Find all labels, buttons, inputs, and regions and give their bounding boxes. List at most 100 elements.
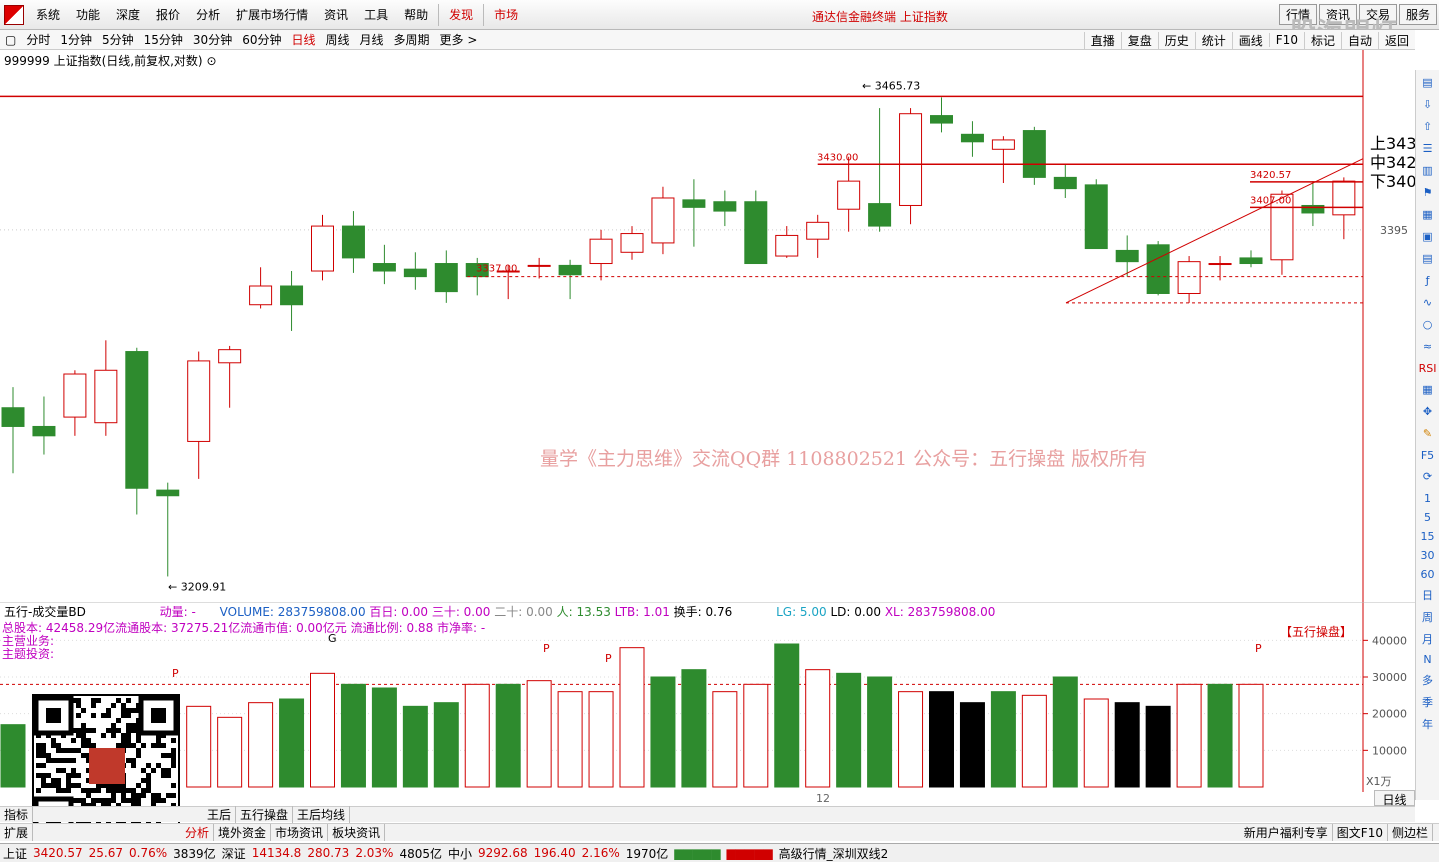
tool-live[interactable]: 直播 (1083, 31, 1121, 49)
formula-icon[interactable]: ƒ (1419, 272, 1437, 290)
grid-icon[interactable]: ▦ (1419, 381, 1437, 399)
menu-help[interactable]: 帮助 (396, 0, 436, 30)
period-15min[interactable]: 15分钟 (139, 31, 188, 48)
candlestick-chart[interactable]: 3395 3430.00 3420.57 3407.00 3337.00 ← 3465.7… (0, 50, 1415, 602)
new-user-welfare-link[interactable]: 新用户福利专享 (1240, 824, 1333, 841)
candle-body (744, 201, 768, 265)
period-quarter-button[interactable]: 季 (1419, 694, 1437, 710)
period-tick[interactable]: 分时 (21, 31, 55, 48)
volume-bar (310, 672, 335, 788)
tab-market[interactable]: 市场 (486, 0, 526, 30)
period-month-button[interactable]: 月 (1419, 631, 1437, 647)
tab-wuxing[interactable]: 五行操盘 (236, 806, 294, 823)
qr-cell (121, 793, 126, 798)
pencil-icon[interactable]: ✎ (1419, 425, 1437, 443)
tool-history[interactable]: 历史 (1157, 31, 1195, 49)
tab-queen[interactable]: 王后 (203, 806, 237, 823)
tab-discover[interactable]: 发现 (441, 0, 481, 30)
chart-icon[interactable]: ▦ (1419, 206, 1437, 224)
security-title[interactable]: 999999 上证指数(日线,前复权,对数) ⊙ (4, 52, 217, 69)
tab-indicator[interactable]: 指标 (0, 806, 34, 823)
menu-analysis[interactable]: 分析 (188, 0, 228, 30)
period-1min[interactable]: 1分钟 (55, 31, 97, 48)
qr-cell (136, 753, 141, 758)
period-weekly[interactable]: 周线 (321, 31, 355, 48)
tool-mark[interactable]: 标记 (1303, 31, 1341, 49)
graphic-f10-link[interactable]: 图文F10 (1333, 824, 1388, 841)
menu-system[interactable]: 系统 (28, 0, 68, 30)
tool-draw[interactable]: 画线 (1231, 31, 1269, 49)
candle-body (899, 113, 923, 206)
function-icon[interactable]: ∿ (1419, 294, 1437, 312)
sz-index-name[interactable]: 深证 (222, 845, 246, 862)
tab-queen-ma[interactable]: 王后均线 (293, 806, 351, 823)
menu-news[interactable]: 资讯 (316, 0, 356, 30)
refresh-icon[interactable]: ⟳ (1419, 468, 1437, 486)
qr-cell (126, 733, 131, 738)
tab-analysis[interactable]: 分析 (181, 824, 215, 841)
circle-icon[interactable]: ○ (1419, 316, 1437, 334)
tab-extend[interactable]: 扩展 (0, 824, 34, 841)
period-daily[interactable]: 日线 (286, 31, 320, 48)
period-week-button[interactable]: 周 (1419, 609, 1437, 625)
extra-status[interactable]: 高级行情_深圳双线2 (779, 845, 889, 862)
qr-cell (111, 788, 116, 793)
panel-toggle-icon[interactable]: ▢ (0, 33, 21, 47)
down-arrow-icon[interactable]: ⇩ (1419, 96, 1437, 114)
wave-icon[interactable]: ≈ (1419, 338, 1437, 356)
up-arrow-icon[interactable]: ⇧ (1419, 118, 1437, 136)
tool-f10[interactable]: F10 (1268, 33, 1304, 47)
tab-market-news[interactable]: 市场资讯 (271, 824, 329, 841)
tool-auto[interactable]: 自动 (1340, 31, 1378, 49)
menu-depth[interactable]: 深度 (108, 0, 148, 30)
qr-cell (111, 723, 116, 728)
candle-body (775, 234, 799, 257)
info-icon[interactable]: ▤ (1419, 74, 1437, 92)
flag-icon[interactable]: ⚑ (1419, 184, 1437, 202)
period-monthly[interactable]: 月线 (355, 31, 389, 48)
f10-icon[interactable]: ▣ (1419, 228, 1437, 246)
period-multi[interactable]: 多周期 (389, 31, 435, 48)
menu-extended-market[interactable]: 扩展市场行情 (228, 0, 316, 30)
f5-button[interactable]: F5 (1419, 449, 1437, 462)
period-5min[interactable]: 5分钟 (97, 31, 139, 48)
field-100day: 百日: 0.00 (369, 605, 428, 619)
tab-sector-news[interactable]: 板块资讯 (328, 824, 386, 841)
period-day-button[interactable]: 日 (1419, 587, 1437, 603)
tool-replay[interactable]: 复盘 (1120, 31, 1158, 49)
qr-cell (56, 778, 61, 783)
period-60-button[interactable]: 60 (1419, 568, 1437, 581)
period-15-button[interactable]: 15 (1419, 530, 1437, 543)
sh-index-name[interactable]: 上证 (3, 845, 27, 862)
menu-tools[interactable]: 工具 (356, 0, 396, 30)
period-60min[interactable]: 60分钟 (237, 31, 286, 48)
period-30-button[interactable]: 30 (1419, 549, 1437, 562)
period-year-button[interactable]: 年 (1419, 716, 1437, 732)
menu-quote[interactable]: 报价 (148, 0, 188, 30)
period-more[interactable]: 更多 > (435, 31, 483, 48)
period-1-button[interactable]: 1 (1419, 492, 1437, 505)
rsi-button[interactable]: RSI (1419, 362, 1437, 375)
tool-stats[interactable]: 统计 (1194, 31, 1232, 49)
volume-indicator-name[interactable]: 五行-成交量BD (4, 605, 86, 619)
period-30min[interactable]: 30分钟 (188, 31, 237, 48)
volume-marker: P (1255, 642, 1262, 655)
tab-foreign-capital[interactable]: 境外资金 (214, 824, 272, 841)
move-icon[interactable]: ✥ (1419, 403, 1437, 421)
candle-body (218, 349, 242, 364)
period-5-button[interactable]: 5 (1419, 511, 1437, 524)
qr-cell (131, 743, 136, 748)
period-multi-button[interactable]: 多 (1419, 672, 1437, 688)
zx-index-name[interactable]: 中小 (448, 845, 472, 862)
tool-back[interactable]: 返回 (1377, 31, 1415, 49)
period-indicator[interactable]: 日线 (1374, 790, 1415, 807)
doc-icon[interactable]: ▤ (1419, 250, 1437, 268)
sidebar-toggle[interactable]: 侧边栏 (1388, 824, 1433, 841)
service-button[interactable]: 服务 (1398, 4, 1437, 25)
volume-bar (619, 647, 645, 788)
menu-function[interactable]: 功能 (68, 0, 108, 30)
list-icon[interactable]: ☰ (1419, 140, 1437, 158)
volume-bar (217, 716, 243, 788)
period-n-button[interactable]: N (1419, 653, 1437, 666)
candle-icon[interactable]: ▥ (1419, 162, 1437, 180)
